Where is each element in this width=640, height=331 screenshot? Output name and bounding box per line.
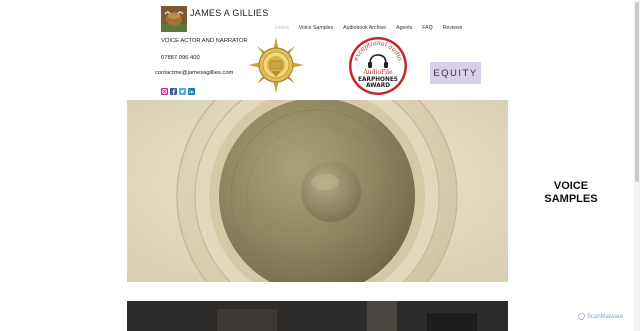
nav-item-faq[interactable]: FAQ (417, 25, 437, 31)
hero-speaker-image (127, 100, 508, 282)
site-title[interactable]: JAMES A GILLIES (190, 8, 269, 18)
dark-image-section (127, 301, 508, 331)
scrollbar-thumb[interactable] (635, 2, 639, 182)
award-line-2: AWARD (366, 83, 390, 89)
scanmalware-badge[interactable]: ScanMalware (578, 313, 623, 320)
facebook-icon[interactable] (170, 88, 177, 95)
voice-samples-line-2: SAMPLES (544, 193, 598, 205)
twitter-icon[interactable] (179, 88, 186, 95)
award-badge-gold (247, 36, 305, 94)
subtitle: VOICE ACTOR AND NARRATOR (161, 38, 248, 44)
main-nav: Home Voice Samples Audiobook Archive Age… (270, 25, 467, 31)
nav-item-reviews[interactable]: Reviews (438, 25, 468, 31)
voice-samples-line-1: VOICE (553, 180, 589, 192)
nav-item-voice-samples[interactable]: Voice Samples (294, 25, 338, 31)
award-brand: AudioFile (362, 69, 393, 76)
shield-icon (578, 313, 585, 320)
email-link[interactable]: contactme@jamesagillies.com (155, 70, 233, 76)
equity-label: EQUITY (433, 67, 478, 79)
social-bar (161, 88, 195, 95)
instagram-icon[interactable] (161, 88, 168, 95)
scanmalware-label: ScanMalware (587, 313, 624, 320)
nav-item-agents[interactable]: Agents (391, 25, 417, 31)
equity-logo[interactable]: EQUITY (430, 62, 481, 84)
avatar[interactable] (161, 6, 187, 32)
linkedin-icon[interactable] (188, 88, 195, 95)
nav-item-audiobook-archive[interactable]: Audiobook Archive (338, 25, 391, 31)
earphones-award-badge: exceptional audio AudioFile EARPHONES AW… (348, 36, 408, 96)
phone-number: 07887 996 400 (161, 55, 200, 61)
nav-item-home[interactable]: Home (270, 25, 294, 31)
voice-samples-heading: VOICE SAMPLES (540, 180, 602, 206)
